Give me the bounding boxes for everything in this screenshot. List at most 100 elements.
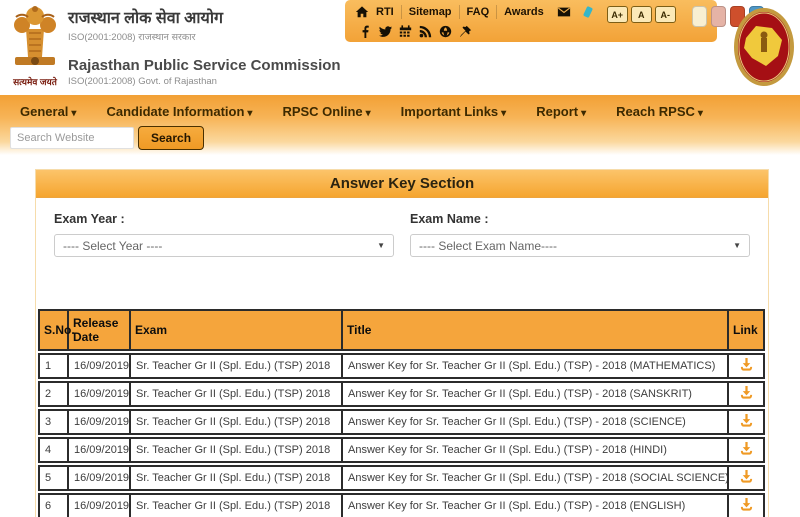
table-row: 3 16/09/2019 Sr. Teacher Gr II (Spl. Edu.)… <box>38 409 765 435</box>
cell-sno: 6 <box>38 493 69 517</box>
menu-item-general[interactable]: General ▾ <box>20 104 76 119</box>
cell-title: Answer Key for Sr. Teacher Gr II (Spl. E… <box>343 409 729 435</box>
search-input[interactable] <box>10 127 134 149</box>
quick-link-rti[interactable]: RTI <box>369 5 401 19</box>
menu-item-important-links[interactable]: Important Links ▾ <box>401 104 507 119</box>
calendar-icon[interactable] <box>399 25 412 38</box>
cell-release-date: 16/09/2019 <box>69 437 131 463</box>
cell-link <box>729 493 765 517</box>
exam-name-selected-value: ---- Select Exam Name---- <box>419 238 558 253</box>
org-title-english: Rajasthan Public Service Commission <box>68 57 341 74</box>
search-button[interactable]: Search <box>138 126 205 150</box>
page-header: सत्यमेव जयते राजस्थान लोक सेवा आयोग ISO(… <box>0 0 800 95</box>
font-size-button-aminus[interactable]: A- <box>654 6 676 23</box>
cell-release-date: 16/09/2019 <box>69 409 131 435</box>
topbar: RTI Sitemap FAQ Awards A+ A A- <box>345 0 764 42</box>
exam-name-label: Exam Name : <box>410 212 489 226</box>
menu-item-report[interactable]: Report ▾ <box>536 104 586 119</box>
column-header-releasedate: Release Date <box>69 309 131 351</box>
rpsc-logo <box>732 6 796 88</box>
font-size-buttons: A+ A A- <box>606 6 676 23</box>
phone-icon[interactable] <box>581 5 595 19</box>
column-header-title: Title <box>343 309 729 351</box>
rss-icon[interactable] <box>419 25 432 38</box>
download-icon[interactable] <box>739 497 754 512</box>
main-menu: General ▾ Candidate Information ▾ RPSC Onlin… <box>0 95 800 122</box>
globe-icon[interactable] <box>439 25 452 38</box>
cell-exam: Sr. Teacher Gr II (Spl. Edu.) (TSP) 2018 <box>131 493 343 517</box>
envelope-icon[interactable] <box>557 5 571 19</box>
org-title-hindi: राजस्थान लोक सेवा आयोग <box>68 10 223 27</box>
quick-links-row: RTI Sitemap FAQ Awards <box>355 4 595 20</box>
exam-year-selected-value: ---- Select Year ---- <box>63 238 163 253</box>
cell-link <box>729 437 765 463</box>
cell-exam: Sr. Teacher Gr II (Spl. Edu.) (TSP) 2018 <box>131 381 343 407</box>
download-icon[interactable] <box>739 413 754 428</box>
cell-sno: 4 <box>38 437 69 463</box>
chevron-down-icon: ▾ <box>365 108 371 119</box>
menu-item-candidate-information[interactable]: Candidate Information ▾ <box>106 104 252 119</box>
cell-sno: 2 <box>38 381 69 407</box>
cell-exam: Sr. Teacher Gr II (Spl. Edu.) (TSP) 2018 <box>131 409 343 435</box>
answer-key-table-wrap: S.No. Release Date Exam Title Link 1 16/09/20… <box>38 307 766 517</box>
table-header-row: S.No. Release Date Exam Title Link <box>38 309 765 351</box>
cell-exam: Sr. Teacher Gr II (Spl. Edu.) (TSP) 2018 <box>131 353 343 379</box>
answer-key-panel: Answer Key Section Exam Year : ---- Sele… <box>35 169 769 517</box>
cell-link <box>729 353 765 379</box>
chevron-down-icon: ▾ <box>247 108 253 119</box>
cell-exam: Sr. Teacher Gr II (Spl. Edu.) (TSP) 2018 <box>131 437 343 463</box>
cell-release-date: 16/09/2019 <box>69 493 131 517</box>
answer-key-table: S.No. Release Date Exam Title Link 1 16/09/20… <box>38 307 765 517</box>
quick-link-sitemap[interactable]: Sitemap <box>400 5 459 19</box>
column-header-sno: S.No. <box>38 309 75 351</box>
column-header-link: Link <box>729 309 765 351</box>
download-icon[interactable] <box>739 385 754 400</box>
section-title: Answer Key Section <box>36 170 768 198</box>
twitter-icon[interactable] <box>379 25 392 38</box>
menu-item-reach-rpsc[interactable]: Reach RPSC ▾ <box>616 104 703 119</box>
cell-sno: 3 <box>38 409 69 435</box>
chevron-down-icon: ▼ <box>733 241 741 250</box>
download-icon[interactable] <box>739 469 754 484</box>
chevron-down-icon: ▾ <box>697 108 703 119</box>
cell-title: Answer Key for Sr. Teacher Gr II (Spl. E… <box>343 381 729 407</box>
cell-title: Answer Key for Sr. Teacher Gr II (Spl. E… <box>343 353 729 379</box>
table-row: 6 16/09/2019 Sr. Teacher Gr II (Spl. Edu.)… <box>38 493 765 517</box>
emblem-caption: सत्यमेव जयते <box>13 77 57 87</box>
download-icon[interactable] <box>739 441 754 456</box>
cell-sno: 1 <box>38 353 69 379</box>
exam-year-label: Exam Year : <box>54 212 125 226</box>
ashoka-emblem-icon <box>9 6 61 73</box>
home-icon[interactable] <box>355 5 369 19</box>
cell-title: Answer Key for Sr. Teacher Gr II (Spl. E… <box>343 465 729 491</box>
font-size-button-aplus[interactable]: A+ <box>606 6 628 23</box>
cell-title: Answer Key for Sr. Teacher Gr II (Spl. E… <box>343 493 729 517</box>
quick-link-faq[interactable]: FAQ <box>458 5 497 19</box>
national-emblem: सत्यमेव जयते <box>6 3 64 88</box>
table-row: 2 16/09/2019 Sr. Teacher Gr II (Spl. Edu.)… <box>38 381 765 407</box>
font-size-button-a[interactable]: A <box>630 6 652 23</box>
theme-swatch-1[interactable] <box>691 6 707 27</box>
cell-link <box>729 409 765 435</box>
column-header-exam: Exam <box>131 309 343 351</box>
theme-swatch-2[interactable] <box>710 6 726 27</box>
org-titles: राजस्थान लोक सेवा आयोग ISO(2001:2008) रा… <box>68 6 341 87</box>
quick-link-awards[interactable]: Awards <box>496 5 551 19</box>
cell-link <box>729 381 765 407</box>
filter-form: Exam Year : ---- Select Year ---- ▼ Exam… <box>36 198 768 257</box>
exam-name-select[interactable]: ---- Select Exam Name---- ▼ <box>410 234 750 257</box>
cell-exam: Sr. Teacher Gr II (Spl. Edu.) (TSP) 2018 <box>131 465 343 491</box>
pushpin-icon[interactable] <box>459 25 472 38</box>
cell-release-date: 16/09/2019 <box>69 381 131 407</box>
table-row: 5 16/09/2019 Sr. Teacher Gr II (Spl. Edu.)… <box>38 465 765 491</box>
facebook-icon[interactable] <box>359 25 372 38</box>
table-row: 4 16/09/2019 Sr. Teacher Gr II (Spl. Edu.)… <box>38 437 765 463</box>
exam-year-select[interactable]: ---- Select Year ---- ▼ <box>54 234 394 257</box>
cell-sno: 5 <box>38 465 69 491</box>
chevron-down-icon: ▼ <box>377 241 385 250</box>
chevron-down-icon: ▾ <box>581 108 587 119</box>
download-icon[interactable] <box>739 357 754 372</box>
iso-line-hindi: ISO(2001:2008) राजस्थान सरकार <box>68 32 196 43</box>
menu-item-rpsc-online[interactable]: RPSC Online ▾ <box>282 104 370 119</box>
cell-title: Answer Key for Sr. Teacher Gr II (Spl. E… <box>343 437 729 463</box>
